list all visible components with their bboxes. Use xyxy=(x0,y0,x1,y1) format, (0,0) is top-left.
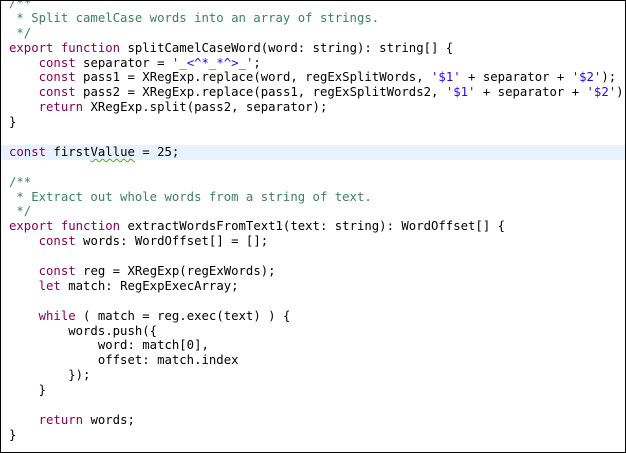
code-line[interactable]: } xyxy=(9,115,625,130)
code-token: ); xyxy=(616,85,625,100)
keyword-token: export function xyxy=(9,40,121,55)
code-token: separator = xyxy=(75,55,172,70)
code-line[interactable]: word: match[0], xyxy=(9,338,625,353)
keyword-token: const xyxy=(38,234,76,249)
code-line[interactable]: const reg = XRegExp(regExWords); xyxy=(9,264,625,279)
comment-token: */ xyxy=(9,25,32,40)
code-token: words: WordOffset[] = []; xyxy=(75,234,269,249)
comment-token: * Split camelCase words into an array of… xyxy=(9,10,380,25)
comment-token: */ xyxy=(9,204,32,219)
code-token: } xyxy=(9,427,17,442)
string-token: '$1' xyxy=(431,70,461,85)
keyword-token: const xyxy=(38,264,76,279)
keyword-token: let xyxy=(38,278,61,293)
code-line[interactable]: } xyxy=(9,383,625,398)
code-line[interactable]: offset: match.index xyxy=(9,353,625,368)
comment-token: /** xyxy=(9,0,32,10)
code-line[interactable]: * Extract out whole words from a string … xyxy=(9,190,625,205)
code-token: words.push({ xyxy=(9,323,158,338)
keyword-token: const xyxy=(38,70,76,85)
code-token: ( match = reg.exec(text) ) { xyxy=(75,308,291,323)
keyword-token: while xyxy=(38,308,76,323)
code-line[interactable]: }); xyxy=(9,368,625,383)
code-line[interactable]: */ xyxy=(9,204,625,219)
code-line[interactable]: const pass2 = XRegExp.replace(pass1, reg… xyxy=(9,85,625,100)
code-token: + separator + xyxy=(475,85,587,100)
code-line[interactable]: const words: WordOffset[] = []; xyxy=(9,234,625,249)
code-token: match: RegExpExecArray; xyxy=(60,278,239,293)
keyword-token: export function xyxy=(9,219,121,234)
string-token: '_<^*_*^>_' xyxy=(171,55,254,70)
code-line[interactable]: ​ xyxy=(9,398,625,413)
code-line[interactable]: /** xyxy=(9,175,625,190)
code-token: XRegExp.split(pass2, separator); xyxy=(83,100,328,115)
code-line[interactable]: ​ xyxy=(9,160,625,175)
code-token: extractWordsFromText1(text: string): Wor… xyxy=(120,219,506,234)
code-token: = 25; xyxy=(134,144,180,159)
code-line[interactable]: return words; xyxy=(9,413,625,428)
keyword-token: const xyxy=(9,144,47,159)
keyword-token: return xyxy=(38,412,84,427)
code-line[interactable]: const firstVallue = 25; xyxy=(1,144,625,160)
code-token: } xyxy=(9,383,47,398)
code-token: first xyxy=(46,144,91,159)
code-token: + separator + xyxy=(460,70,572,85)
keyword-token: const xyxy=(38,55,76,70)
code-line[interactable]: ​ xyxy=(9,249,625,264)
code-token: } xyxy=(9,115,17,130)
string-token: '$2' xyxy=(571,70,602,85)
keyword-token: return xyxy=(38,100,84,115)
code-token: ; xyxy=(253,55,261,70)
code-line[interactable]: export function extractWordsFromText1(te… xyxy=(9,219,625,234)
code-line[interactable]: const pass1 = XRegExp.replace(word, regE… xyxy=(9,70,625,85)
code-token: pass1 = XRegExp.replace(word, regExSplit… xyxy=(75,70,432,85)
code-token: splitCamelCaseWord(word: string): string… xyxy=(120,40,454,55)
code-line[interactable]: return XRegExp.split(pass2, separator); xyxy=(9,100,625,115)
code-line[interactable]: while ( match = reg.exec(text) ) { xyxy=(9,309,625,324)
code-token: pass2 = XRegExp.replace(pass1, regExSpli… xyxy=(75,85,446,100)
code-line[interactable]: */ xyxy=(9,26,625,41)
misspelled-word: Vallue xyxy=(90,144,135,159)
code-line[interactable]: * Split camelCase words into an array of… xyxy=(9,11,625,26)
code-line[interactable]: ​ xyxy=(9,294,625,309)
code-token: words; xyxy=(83,412,135,427)
code-token: offset: match.index xyxy=(9,353,239,368)
code-line[interactable]: words.push({ xyxy=(9,324,625,339)
string-token: '$2' xyxy=(586,85,617,100)
comment-token: * Extract out whole words from a string … xyxy=(9,189,372,204)
code-token: word: match[0], xyxy=(9,338,209,353)
code-line[interactable]: ​ xyxy=(9,130,625,145)
keyword-token: const xyxy=(38,85,76,100)
code-editor-window: /** * Split camelCase words into an arra… xyxy=(0,0,626,453)
code-token: reg = XRegExp(regExWords); xyxy=(75,264,276,279)
code-editor[interactable]: /** * Split camelCase words into an arra… xyxy=(1,0,625,443)
code-token: }); xyxy=(9,368,91,383)
code-line[interactable]: let match: RegExpExecArray; xyxy=(9,279,625,294)
string-token: '$1' xyxy=(445,85,476,100)
code-line[interactable]: const separator = '_<^*_*^>_'; xyxy=(9,56,625,71)
comment-token: /** xyxy=(9,174,32,189)
code-line[interactable]: } xyxy=(9,428,625,443)
code-token: ); xyxy=(601,70,617,85)
code-line[interactable]: export function splitCamelCaseWord(word:… xyxy=(9,41,625,56)
code-line[interactable]: /** xyxy=(9,0,625,11)
